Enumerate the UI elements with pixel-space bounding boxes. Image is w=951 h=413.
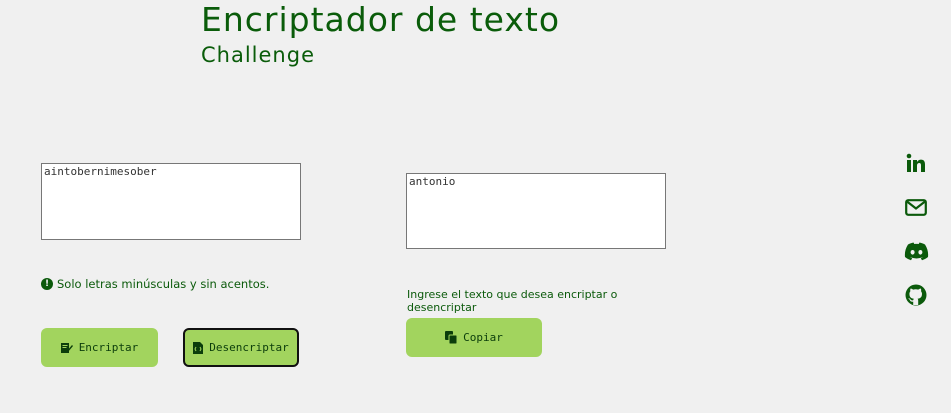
copy-icon bbox=[445, 331, 458, 344]
linkedin-link[interactable] bbox=[902, 151, 930, 179]
decrypt-button[interactable]: Desencriptar bbox=[183, 328, 299, 367]
email-link[interactable] bbox=[902, 195, 930, 223]
github-link[interactable] bbox=[902, 283, 930, 311]
input-hint: ! Solo letras minúsculas y sin acentos. bbox=[41, 277, 269, 291]
output-textarea[interactable]: antonio bbox=[406, 173, 666, 249]
page-title: Encriptador de texto bbox=[201, 0, 561, 39]
github-icon bbox=[905, 284, 927, 310]
edit-document-icon bbox=[60, 342, 73, 354]
output-info-text: Ingrese el texto que desea encriptar o d… bbox=[407, 288, 618, 314]
encrypt-button-label: Encriptar bbox=[78, 341, 139, 354]
exclamation-circle-icon: ! bbox=[41, 278, 53, 290]
page-subtitle: Challenge bbox=[201, 43, 315, 67]
discord-link[interactable] bbox=[902, 239, 930, 267]
decrypt-button-label: Desencriptar bbox=[209, 341, 289, 354]
linkedin-icon bbox=[906, 153, 926, 177]
input-textarea[interactable]: aintobernimesober bbox=[41, 163, 301, 240]
discord-icon bbox=[904, 242, 929, 265]
mail-icon bbox=[905, 198, 927, 220]
copy-button[interactable]: Copiar bbox=[406, 318, 542, 357]
copy-button-label: Copiar bbox=[463, 331, 503, 344]
file-code-icon bbox=[193, 341, 204, 354]
encrypt-button[interactable]: Encriptar bbox=[41, 328, 158, 367]
input-hint-text: Solo letras minúsculas y sin acentos. bbox=[57, 277, 270, 291]
